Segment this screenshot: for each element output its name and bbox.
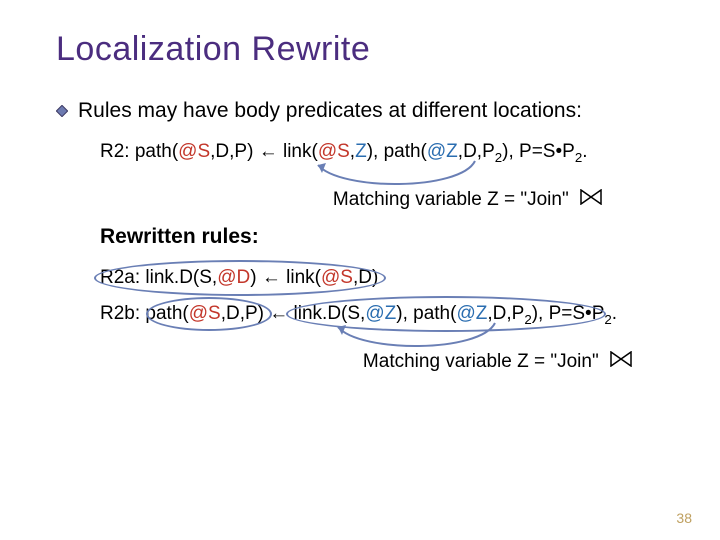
r2a-head-a: link.D(S, <box>145 267 217 288</box>
page-number: 38 <box>676 510 692 526</box>
match-text-2: Matching variable Z = "Join" <box>363 351 599 372</box>
bullet-line: Rules may have body predicates at differ… <box>56 97 672 123</box>
r2b-label: R2b: <box>100 303 145 324</box>
r2-p1b: ,D,P) <box>210 141 259 162</box>
r2b-loc-s: @S <box>189 303 221 324</box>
r2b-p3c: ), P=S <box>532 303 585 324</box>
r2-loc-s2: @S <box>318 141 350 162</box>
slide-title: Localization Rewrite <box>56 30 672 69</box>
r2b-p2b: ), path( <box>396 303 456 324</box>
r2a-loc-d: @D <box>217 267 250 288</box>
r2-p2c: ), path( <box>367 141 427 162</box>
r2b-sub1: 2 <box>524 312 531 327</box>
r2b-p1b: ,D,P) <box>221 303 270 324</box>
bowtie-join-icon <box>610 351 632 373</box>
r2b-p1a: path( <box>145 303 188 324</box>
r2b-loc-z2: @Z <box>456 303 487 324</box>
r2-p4a: P <box>562 141 575 162</box>
r2-p1a: path( <box>135 141 178 162</box>
rule-r2: R2: path(@S,D,P) ← link(@S,Z), path(@Z,D… <box>100 141 672 165</box>
r2-p2a: link( <box>278 141 318 162</box>
r2b-p4a: P <box>592 303 605 324</box>
r2b-p4b: . <box>612 303 617 324</box>
left-arrow-icon: ← <box>262 267 281 288</box>
r2a-label: R2a: <box>100 267 145 288</box>
r2b-loc-z1: @Z <box>365 303 396 324</box>
slide: Localization Rewrite Rules may have body… <box>0 0 720 540</box>
left-arrow-icon: ← <box>259 141 278 162</box>
r2-loc-s1: @S <box>178 141 210 162</box>
dot-icon: • <box>585 303 592 324</box>
rule-r2b: R2b: path(@S,D,P) ← link.D(S,@Z), path(@… <box>100 303 672 327</box>
r2a-loc-s: @S <box>321 267 353 288</box>
rule-r2a: R2a: link.D(S,@D) ← link(@S,D) <box>100 267 672 289</box>
r2-loc-z: @Z <box>427 141 458 162</box>
match-line-1: Matching variable Z = "Join" <box>56 189 672 211</box>
r2b-p3b: ,D,P <box>487 303 524 324</box>
match-line-2: Matching variable Z = "Join" <box>56 351 672 373</box>
r2b-p2a: link.D(S, <box>288 303 365 324</box>
rewritten-subhead: Rewritten rules: <box>100 225 672 249</box>
left-arrow-icon: ← <box>269 303 288 324</box>
bowtie-join-icon <box>580 189 602 211</box>
r2-p3b: ,D,P <box>458 141 495 162</box>
r2-label: R2: <box>100 141 135 162</box>
r2-p4b: . <box>582 141 587 162</box>
r2-var-z1: Z <box>355 141 367 162</box>
r2a-head-b: ) <box>250 267 262 288</box>
bullet-text: Rules may have body predicates at differ… <box>78 99 582 123</box>
r2b-sub2: 2 <box>604 312 611 327</box>
r2a-body-a: link( <box>281 267 321 288</box>
diamond-bullet-icon <box>56 105 68 117</box>
r2-p3c: ), P=S <box>502 141 555 162</box>
match-text-1: Matching variable Z = "Join" <box>333 189 569 210</box>
r2a-body-b: ,D) <box>353 267 378 288</box>
